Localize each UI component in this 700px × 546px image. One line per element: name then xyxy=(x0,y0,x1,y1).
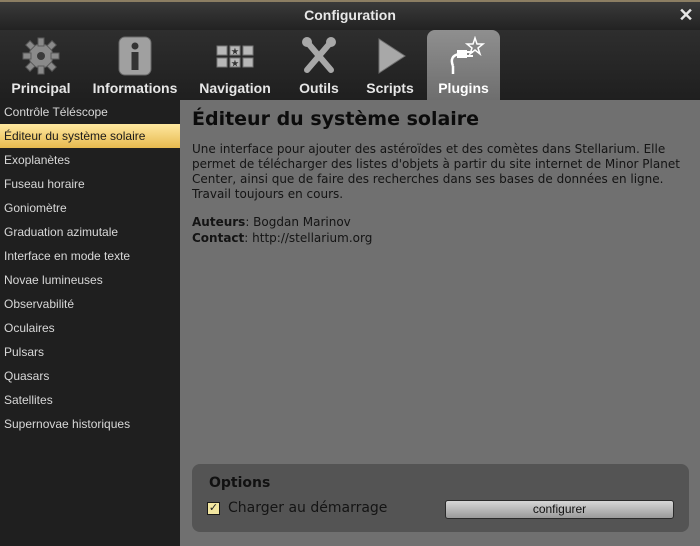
plugin-list-item[interactable]: Novae lumineuses xyxy=(0,268,180,292)
plugin-list-item[interactable]: Exoplanètes xyxy=(0,148,180,172)
plugin-list-item[interactable]: Fuseau horaire xyxy=(0,172,180,196)
tab-label: Navigation xyxy=(199,80,271,96)
tab-informations[interactable]: Informations xyxy=(88,30,182,100)
plugin-list-item[interactable]: Satellites xyxy=(0,388,180,412)
contact-line: Contact: http://stellarium.org xyxy=(192,230,372,246)
info-icon xyxy=(118,36,152,76)
tab-label: Principal xyxy=(11,80,71,96)
svg-text:★: ★ xyxy=(231,47,239,56)
tab-label: Scripts xyxy=(366,80,414,96)
configure-button[interactable]: configurer xyxy=(445,500,674,519)
tools-icon xyxy=(302,37,336,73)
tab-label: Informations xyxy=(92,80,178,96)
plugin-list-item[interactable]: Observabilité xyxy=(0,292,180,316)
plugin-list-item[interactable]: Oculaires xyxy=(0,316,180,340)
plugin-list-item[interactable]: Interface en mode texte xyxy=(0,244,180,268)
plugin-list-item[interactable]: Goniomètre xyxy=(0,196,180,220)
plugin-title: Éditeur du système solaire xyxy=(192,108,480,130)
configuration-window: Configuration ✕ Principal Informations ★… xyxy=(0,0,700,546)
gear-icon xyxy=(22,37,60,75)
tab-label: Outils xyxy=(299,80,339,96)
authors-label: Auteurs xyxy=(192,215,246,229)
plugin-list: Contrôle Téléscope Éditeur du système sol… xyxy=(0,100,180,546)
plugin-list-item[interactable]: Éditeur du système solaire xyxy=(0,124,180,148)
title-bar[interactable]: Configuration ✕ xyxy=(0,0,700,30)
tab-bar: Principal Informations ★ ★ Navigation Ou… xyxy=(0,30,700,100)
close-icon[interactable]: ✕ xyxy=(678,6,694,24)
authors-value: : Bogdan Marinov xyxy=(245,215,351,229)
options-title: Options xyxy=(209,475,271,491)
tab-principal[interactable]: Principal xyxy=(4,30,78,100)
plugin-list-item[interactable]: Contrôle Téléscope xyxy=(0,100,180,124)
navigation-icon: ★ ★ xyxy=(216,45,254,68)
authors-line: Auteurs: Bogdan Marinov xyxy=(192,214,372,230)
plugin-list-item[interactable]: Quasars xyxy=(0,364,180,388)
plugin-meta: Auteurs: Bogdan Marinov Contact: http://… xyxy=(192,214,372,246)
svg-text:★: ★ xyxy=(231,59,239,68)
load-at-startup-checkbox[interactable]: ✓ xyxy=(207,502,220,515)
tab-label: Plugins xyxy=(438,80,489,96)
plug-icon xyxy=(450,36,485,74)
contact-value: : http://stellarium.org xyxy=(244,231,373,245)
tab-outils[interactable]: Outils xyxy=(290,30,348,100)
plugin-list-item[interactable]: Pulsars xyxy=(0,340,180,364)
plugin-description: Une interface pour ajouter des astéroïde… xyxy=(192,142,680,201)
tab-navigation[interactable]: ★ ★ Navigation xyxy=(192,30,278,100)
plugin-list-item[interactable]: Graduation azimutale xyxy=(0,220,180,244)
load-at-startup-label[interactable]: Charger au démarrage xyxy=(228,500,387,516)
play-icon xyxy=(378,38,406,74)
options-panel: Options ✓ Charger au démarrage configure… xyxy=(192,464,689,532)
tab-plugins[interactable]: Plugins xyxy=(427,30,500,100)
tab-scripts[interactable]: Scripts xyxy=(358,30,422,100)
contact-label: Contact xyxy=(192,231,245,245)
plugin-list-item[interactable]: Supernovae historiques xyxy=(0,412,180,436)
window-title: Configuration xyxy=(304,7,396,23)
